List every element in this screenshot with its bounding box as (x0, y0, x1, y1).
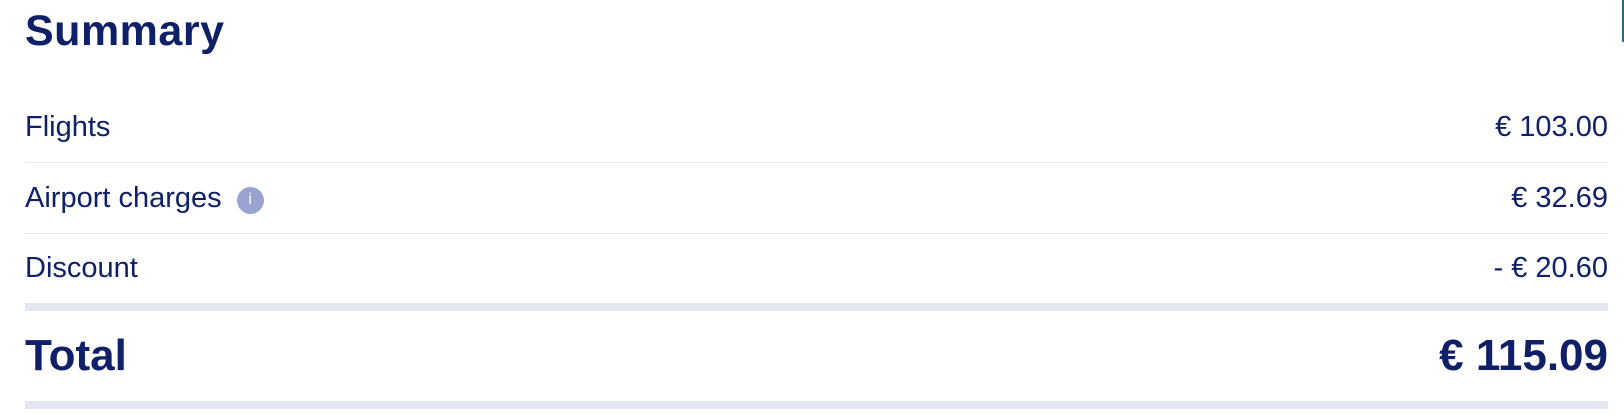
flights-amount: € 103.00 (1495, 110, 1608, 143)
total-amount: € 115.09 (1439, 331, 1608, 380)
total-divider-top (25, 303, 1608, 311)
summary-total-row: Total € 115.09 (25, 311, 1608, 401)
discount-amount: - € 20.60 (1493, 252, 1608, 284)
total-divider-bottom (25, 401, 1608, 409)
summary-line-flights: Flights € 103.00 (25, 92, 1608, 163)
airport-charges-amount: € 32.69 (1511, 181, 1608, 214)
summary-line-discount: Discount - € 20.60 (25, 234, 1608, 303)
info-icon[interactable]: i (236, 186, 264, 214)
airport-charges-label: Airport charges (25, 181, 222, 214)
discount-label: Discount (25, 252, 138, 284)
airport-charges-label-group: Airport charges i (25, 182, 264, 215)
summary-line-airport-charges: Airport charges i € 32.69 (25, 163, 1608, 234)
flights-label: Flights (25, 110, 111, 143)
total-label: Total (25, 331, 127, 380)
price-summary: Summary Flights € 103.00 Airport charges… (25, 0, 1608, 409)
summary-title: Summary (25, 7, 225, 55)
